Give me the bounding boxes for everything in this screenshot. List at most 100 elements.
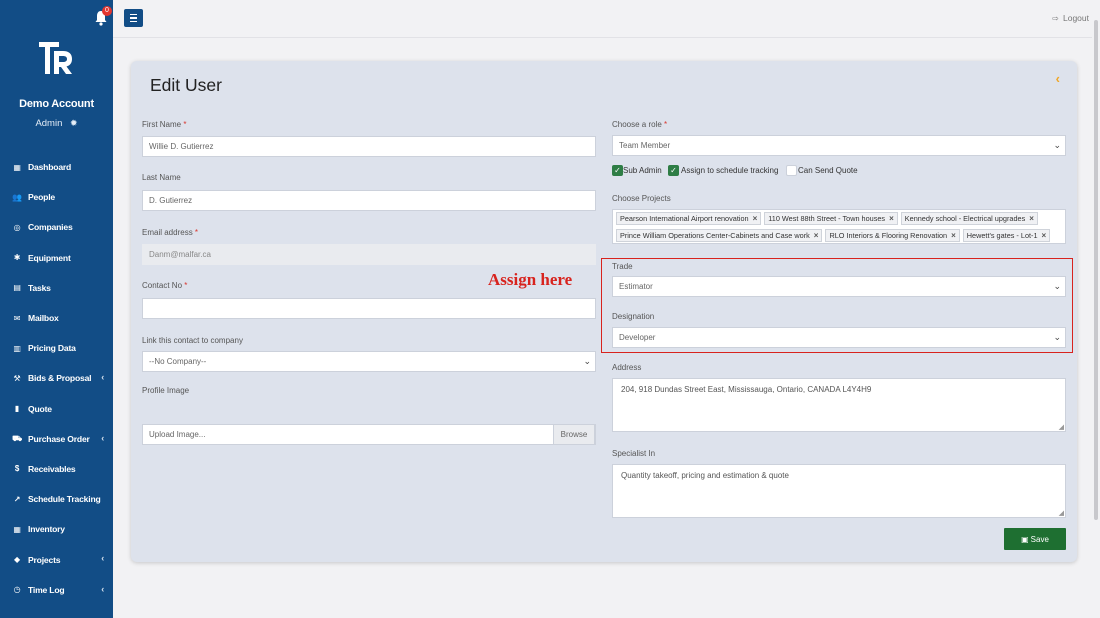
can-send-quote-checkbox[interactable] (786, 165, 797, 176)
sidebar-item-pricing-data[interactable]: ▥ Pricing Data (0, 333, 113, 363)
address-label: Address (612, 363, 642, 372)
project-tag-label: Prince William Operations Center-Cabinet… (620, 231, 810, 240)
sidebar-item-projects[interactable]: ◆ Projects ‹ (0, 544, 113, 574)
sidebar-item-label: Time Log (28, 584, 65, 595)
scrollbar-thumb[interactable] (1094, 20, 1098, 520)
schedule-tracking-checkbox[interactable]: ✓ (668, 165, 679, 176)
sidebar-item-bids-proposal[interactable]: ⚒ Bids & Proposal ‹ (0, 363, 113, 393)
profile-image-input[interactable]: Upload Image... Browse (142, 424, 596, 445)
sign-out-icon: ⇨ (1052, 14, 1059, 23)
address-textarea[interactable]: 204, 918 Dundas Street East, Mississauga… (612, 378, 1066, 432)
sidebar-item-people[interactable]: 👥 People (0, 182, 113, 212)
sidebar-item-tasks[interactable]: ▤ Tasks (0, 273, 113, 303)
topbar: ⇨ Logout (113, 0, 1100, 38)
required-marker: * (664, 120, 668, 129)
sidebar-item-label: Mailbox (28, 313, 59, 324)
contact-no-label: Contact No * (142, 281, 187, 290)
chevron-left-icon: ‹ (101, 583, 104, 594)
sidebar-item-dashboard[interactable]: ▦ Dashboard (0, 152, 113, 182)
clock-icon: ◷ (13, 585, 21, 595)
upload-placeholder: Upload Image... (149, 430, 206, 439)
sidebar-item-mailbox[interactable]: ✉ Mailbox (0, 303, 113, 333)
specialist-label: Specialist In (612, 449, 656, 458)
first-name-label: First Name * (142, 120, 186, 129)
project-tag: Hewett's gates - Lot-1 × (962, 229, 1051, 242)
account-name: Demo Account (19, 98, 94, 110)
role-select[interactable]: Team Member ⌄ (612, 135, 1066, 156)
back-chevron-icon[interactable]: ‹ (1056, 71, 1060, 86)
sidebar-item-label: People (28, 192, 55, 203)
sub-admin-checkbox[interactable]: ✓ (612, 165, 623, 176)
sidebar-item-purchase-order[interactable]: ⛟ Purchase Order ‹ (0, 424, 113, 454)
projects-multiselect[interactable]: Pearson International Airport renovation… (612, 209, 1066, 244)
sub-admin-label: Sub Admin (623, 166, 662, 175)
required-marker: * (184, 281, 188, 290)
envelope-icon: ✉ (13, 313, 21, 323)
sidebar-item-label: Projects (28, 554, 61, 565)
chevron-left-icon: ‹ (101, 372, 104, 383)
file-icon: ▮ (14, 404, 20, 414)
assign-annotation: Assign here (488, 270, 573, 289)
menu-toggle-button[interactable] (124, 9, 143, 27)
specialist-textarea[interactable]: Quantity takeoff, pricing and estimation… (612, 464, 1066, 518)
remove-tag-icon[interactable]: × (814, 231, 819, 240)
chevron-down-icon: ⌄ (1053, 140, 1061, 150)
logout-label: Logout (1063, 13, 1089, 23)
logo-icon[interactable] (39, 42, 73, 74)
sidebar-item-equipment[interactable]: ✱ Equipment (0, 243, 113, 273)
save-button[interactable]: ▣ Save (1004, 528, 1066, 550)
page-scrollbar[interactable] (1092, 0, 1100, 618)
account-role: Admin ✹ (0, 118, 113, 129)
logout-link[interactable]: ⇨ Logout (1052, 13, 1089, 23)
sidebar-item-label: Schedule Tracking (28, 494, 101, 505)
last-name-input[interactable]: D. Gutierrez (142, 190, 596, 211)
cart-icon: ⛟ (12, 433, 22, 443)
project-tag: Prince William Operations Center-Cabinet… (616, 229, 823, 242)
project-tag-label: Hewett's gates - Lot-1 (966, 231, 1038, 240)
sidebar-item-inventory[interactable]: ▦ Inventory (0, 514, 113, 544)
last-name-label: Last Name (142, 173, 181, 182)
project-tag: Kennedy school - Electrical upgrades × (900, 212, 1038, 225)
hamburger-icon-line (130, 14, 137, 16)
role-label-text: Choose a role (612, 120, 662, 129)
remove-tag-icon[interactable]: × (1042, 231, 1047, 240)
settings-gear-icon[interactable]: ✹ (70, 118, 78, 129)
sidebar-item-receivables[interactable]: $ Receivables (0, 454, 113, 484)
email-label-text: Email address (142, 228, 193, 237)
role-label: Choose a role * (612, 120, 667, 129)
company-label: Link this contact to company (142, 336, 243, 345)
database-icon: ▥ (13, 343, 21, 353)
project-tag-label: 110 West 88th Street - Town houses (768, 214, 886, 223)
sidebar-item-quote[interactable]: ▮ Quote (0, 394, 113, 424)
chevron-left-icon: ‹ (101, 432, 104, 443)
browse-button[interactable]: Browse (553, 424, 595, 445)
remove-tag-icon[interactable]: × (951, 231, 956, 240)
gear-icon: ✱ (13, 253, 21, 263)
sidebar-item-companies[interactable]: ◎ Companies (0, 212, 113, 242)
resize-grip-icon[interactable]: ◢ (1059, 423, 1064, 431)
remove-tag-icon[interactable]: × (1029, 214, 1034, 223)
account-role-label: Admin (35, 118, 63, 129)
save-label: Save (1030, 534, 1049, 544)
hamburger-icon-line (130, 20, 137, 22)
inventory-icon: ▦ (13, 524, 21, 534)
first-name-input[interactable]: Willie D. Gutierrez (142, 136, 596, 157)
line-chart-icon: ↗ (13, 494, 21, 504)
first-name-label-text: First Name (142, 120, 182, 129)
company-select-value: --No Company-- (149, 357, 207, 366)
project-tag: RLO Interiors & Flooring Renovation × (825, 229, 960, 242)
project-tag-label: Pearson International Airport renovation (620, 214, 749, 223)
resize-grip-icon[interactable]: ◢ (1059, 509, 1064, 517)
sidebar-item-time-log[interactable]: ◷ Time Log ‹ (0, 575, 113, 605)
sidebar-item-schedule-tracking[interactable]: ↗ Schedule Tracking (0, 484, 113, 514)
tasks-icon: ▤ (13, 283, 21, 293)
dashboard-icon: ▦ (13, 162, 21, 172)
remove-tag-icon[interactable]: × (889, 214, 894, 223)
sidebar-item-label: Bids & Proposal (28, 373, 92, 384)
address-value: 204, 918 Dundas Street East, Mississauga… (621, 385, 872, 394)
edit-user-card: Edit User ‹ First Name * Willie D. Gutie… (131, 61, 1077, 562)
company-select[interactable]: --No Company-- ⌄ (142, 351, 596, 372)
contact-no-input[interactable] (142, 298, 596, 319)
remove-tag-icon[interactable]: × (753, 214, 758, 223)
role-select-value: Team Member (619, 141, 671, 150)
